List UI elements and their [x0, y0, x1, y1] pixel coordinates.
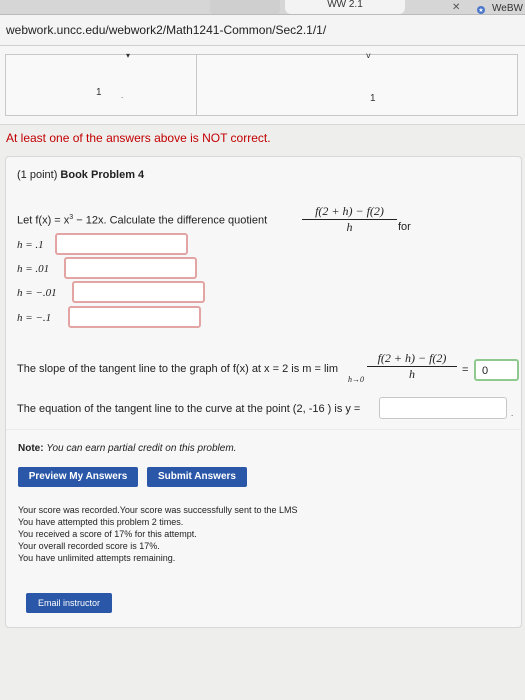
answer-input-h1[interactable]	[55, 233, 188, 255]
prompt-start: Let f(x) = x	[17, 214, 70, 227]
address-bar[interactable]: webwork.uncc.edu/webwork2/Math1241-Commo…	[0, 15, 525, 46]
answer-input-h3[interactable]	[72, 281, 205, 303]
slope-denominator: h	[409, 367, 415, 381]
problem-panel: (1 point) Book Problem 4 Let f(x) = x3 −…	[5, 156, 522, 628]
email-instructor-button[interactable]: Email instructor	[26, 593, 112, 613]
slope-text: The slope of the tangent line to the gra…	[17, 363, 339, 375]
problem-title: (1 point) Book Problem 4	[17, 169, 144, 181]
tangent-dot: .	[511, 409, 514, 418]
slope-limit-subscript: h→0	[348, 375, 364, 384]
slope-numerator: f(2 + h) − f(2)	[367, 351, 457, 367]
problem-title-prefix: (1 point)	[17, 169, 61, 181]
browser-tab-center-label: WW 2.1	[327, 0, 363, 10]
answer-input-h2[interactable]	[64, 257, 197, 279]
prompt-for: for	[398, 221, 411, 233]
grid-dot: ⅴ	[366, 51, 371, 60]
result-line-3: You received a score of 17% for this att…	[18, 529, 197, 539]
result-line-2: You have attempted this problem 2 times.	[18, 517, 184, 527]
h-label-2: h = .01	[17, 263, 50, 275]
browser-tab-bar: WW 2.1 ✕ ★ WeBW	[0, 0, 525, 15]
difference-quotient: f(2 + h) − f(2) h	[302, 204, 397, 235]
answer-grid: 1 1 . ▾ ⅴ	[0, 46, 525, 125]
tangent-input[interactable]	[379, 397, 507, 419]
browser-tab-left[interactable]	[210, 0, 280, 14]
h-label-4: h = −.1	[17, 312, 52, 324]
slope-input-value: 0	[482, 365, 489, 377]
submit-answers-button[interactable]: Submit Answers	[147, 467, 247, 487]
dq-denominator: h	[346, 220, 353, 234]
prompt-mid: − 12x. Calculate the difference quotient	[73, 214, 268, 227]
webwork-tab-icon: ★	[476, 2, 486, 14]
result-line-5: You have unlimited attempts remaining.	[18, 553, 176, 563]
preview-answers-button[interactable]: Preview My Answers	[18, 467, 138, 487]
browser-tab-right-label[interactable]: WeBW	[492, 3, 523, 14]
result-line-4: Your overall recorded score is 17%.	[18, 541, 160, 551]
note-text: You can earn partial credit on this prob…	[46, 443, 237, 454]
problem-prompt: Let f(x) = x3 − 12x. Calculate the diffe…	[17, 214, 267, 227]
divider	[6, 429, 521, 430]
submission-result: Your score was recorded.Your score was s…	[18, 504, 297, 564]
grid-cell-left	[5, 54, 197, 116]
note: Note: You can earn partial credit on thi…	[18, 443, 236, 454]
slope-fraction: f(2 + h) − f(2) h	[367, 351, 457, 382]
grid-cell-right	[196, 54, 518, 116]
close-tab-icon[interactable]: ✕	[452, 2, 460, 13]
grid-right-number: 1	[370, 93, 376, 104]
answer-input-h4[interactable]	[68, 306, 201, 328]
h-label-1: h = .1	[17, 239, 44, 251]
grid-dot: ▾	[126, 51, 131, 60]
browser-tab-center[interactable]: WW 2.1	[285, 0, 405, 14]
grid-left-number: 1	[96, 87, 102, 98]
problem-title-bold: Book Problem 4	[60, 169, 145, 181]
svg-text:★: ★	[478, 7, 483, 14]
dq-numerator: f(2 + h) − f(2)	[302, 204, 397, 220]
address-text[interactable]: webwork.uncc.edu/webwork2/Math1241-Commo…	[6, 23, 326, 37]
result-line-1: Your score was recorded.Your score was s…	[18, 505, 298, 515]
error-message: At least one of the answers above is NOT…	[6, 131, 271, 145]
grid-dot: .	[121, 91, 124, 100]
slope-equals: =	[462, 364, 469, 376]
h-label-3: h = −.01	[17, 287, 57, 299]
slope-input[interactable]: 0	[474, 359, 519, 381]
tangent-text: The equation of the tangent line to the …	[17, 403, 361, 415]
note-label: Note:	[18, 443, 44, 454]
